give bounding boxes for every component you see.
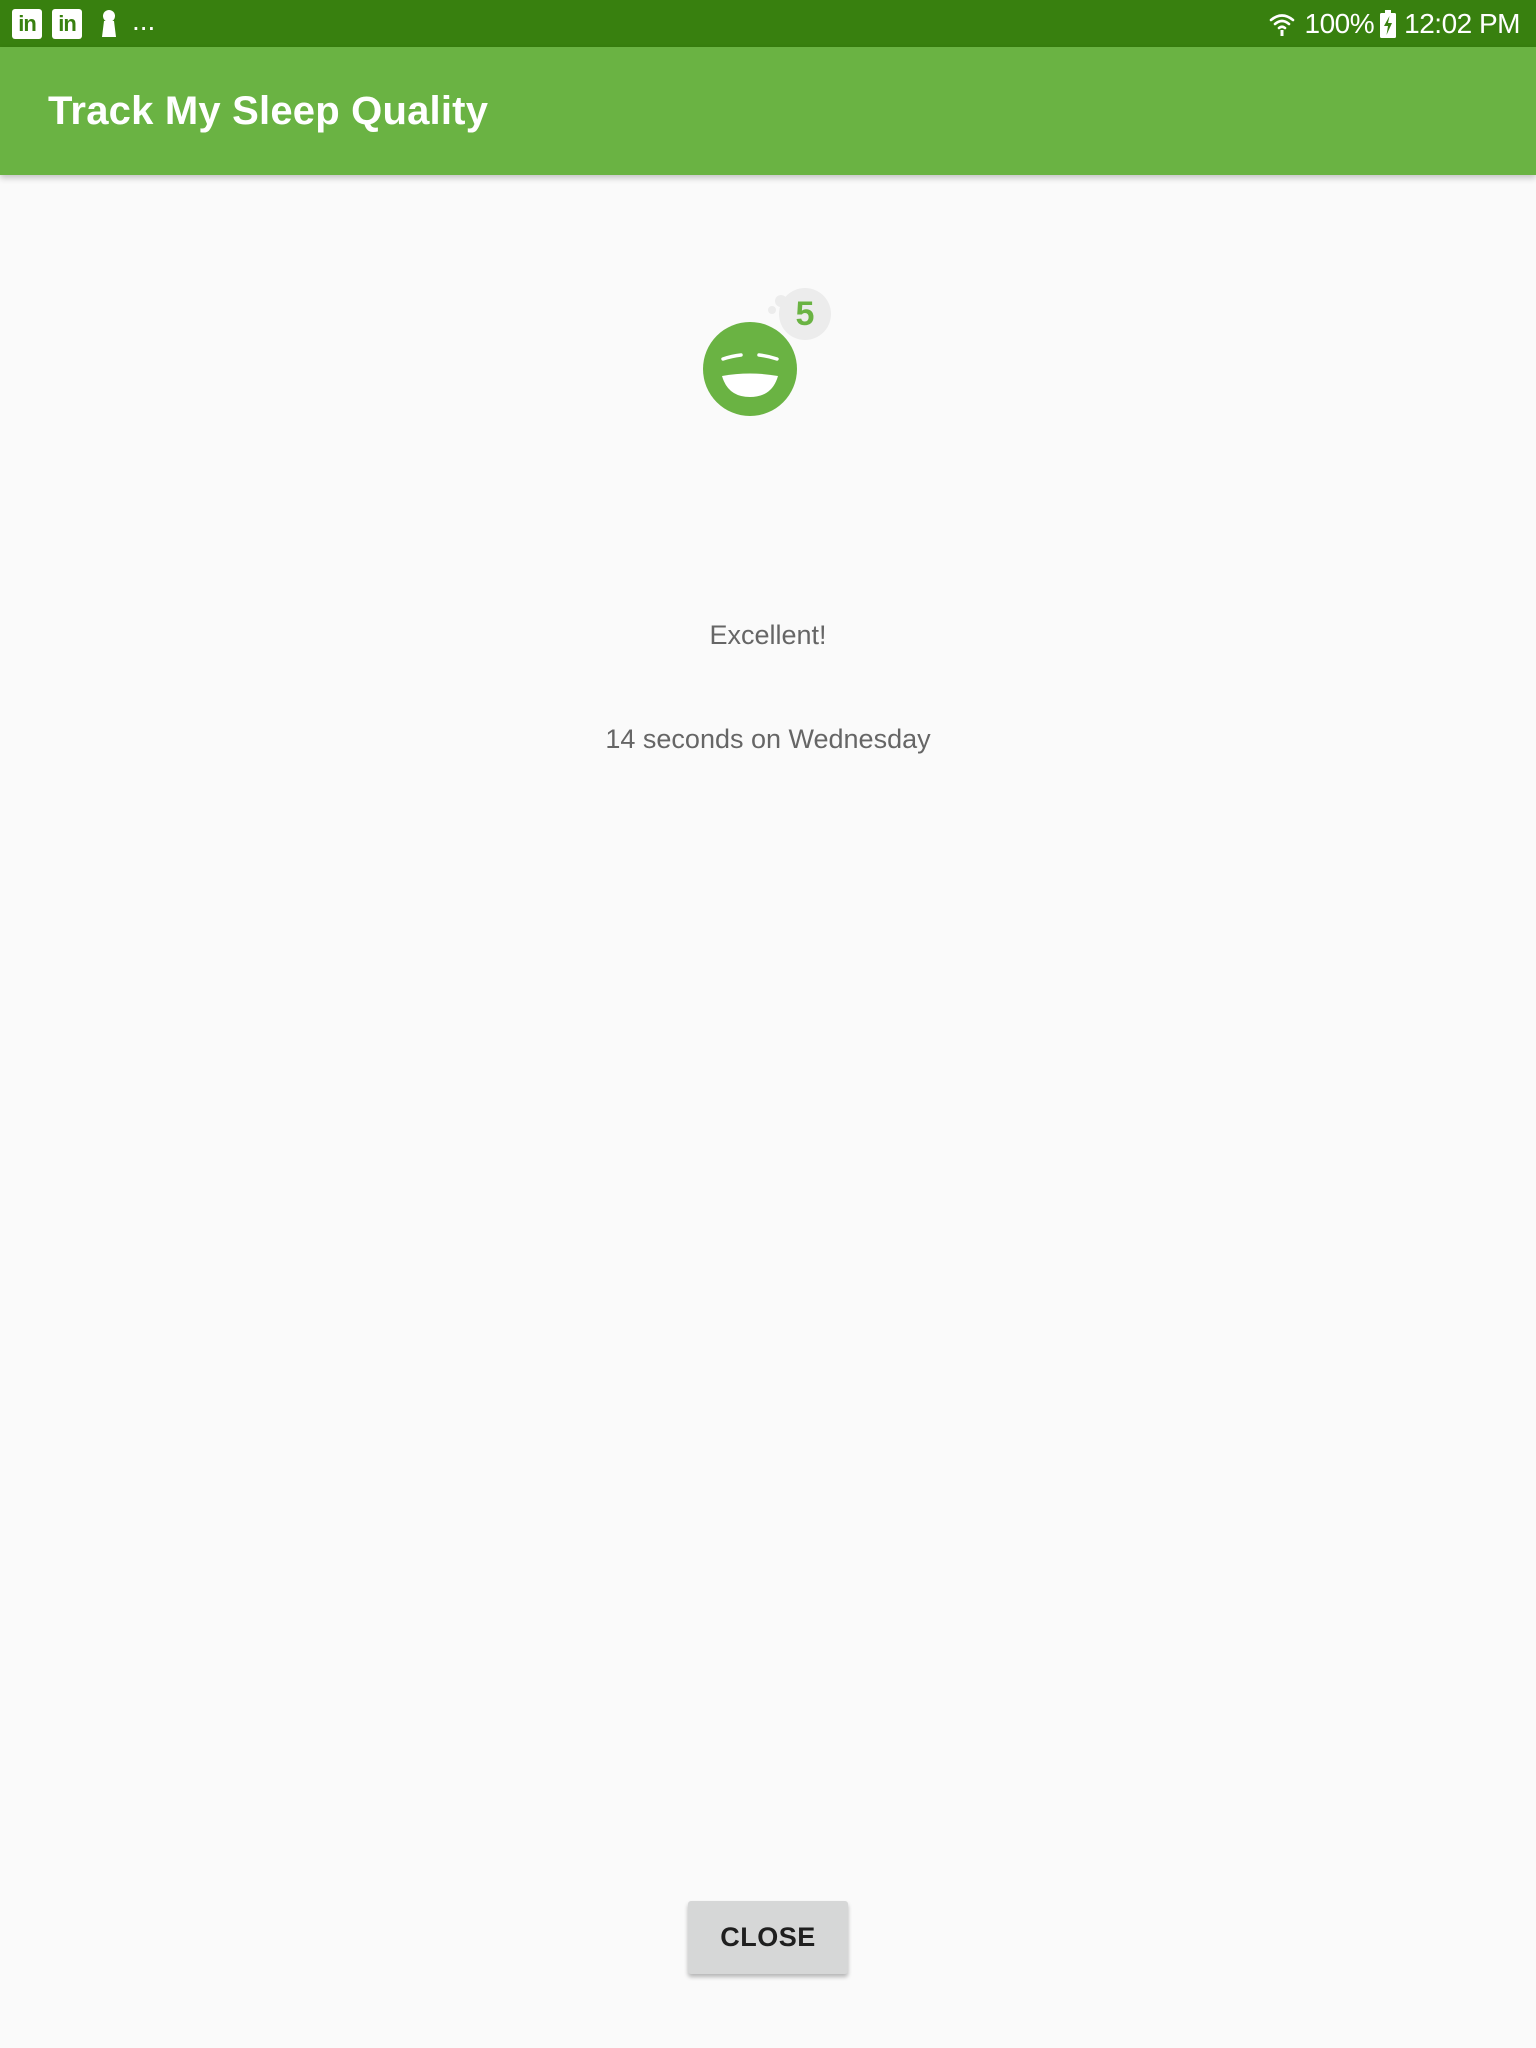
laughing-face-icon [703, 322, 797, 416]
battery-charging-icon [1380, 9, 1397, 38]
sleep-quality-icon: 5 [700, 284, 840, 420]
quality-label: Excellent! [709, 620, 827, 650]
system-status: 100% 12:02 PM [1269, 0, 1520, 47]
close-button[interactable]: CLOSE [688, 1901, 848, 1974]
notification-icons: in in ... [12, 0, 155, 47]
sleep-duration: 14 seconds on Wednesday [605, 724, 931, 754]
sleep-detail-screen: in in ... 100% 12:02 PM Track My Sleep Q… [0, 0, 1536, 2048]
app-bar: Track My Sleep Quality [0, 47, 1536, 175]
linkedin-icon: in [12, 8, 42, 39]
wifi-icon [1269, 11, 1295, 37]
quality-score: 5 [795, 295, 815, 333]
app-title: Track My Sleep Quality [48, 88, 489, 133]
keyhole-icon [100, 9, 118, 39]
battery-percentage: 100% [1304, 7, 1375, 39]
thought-bubble-small-icon [768, 306, 776, 314]
more-notifications-indicator: ... [132, 4, 156, 36]
status-bar: in in ... 100% 12:02 PM [0, 0, 1536, 47]
linkedin-icon: in [52, 8, 82, 39]
clock: 12:02 PM [1404, 7, 1520, 39]
